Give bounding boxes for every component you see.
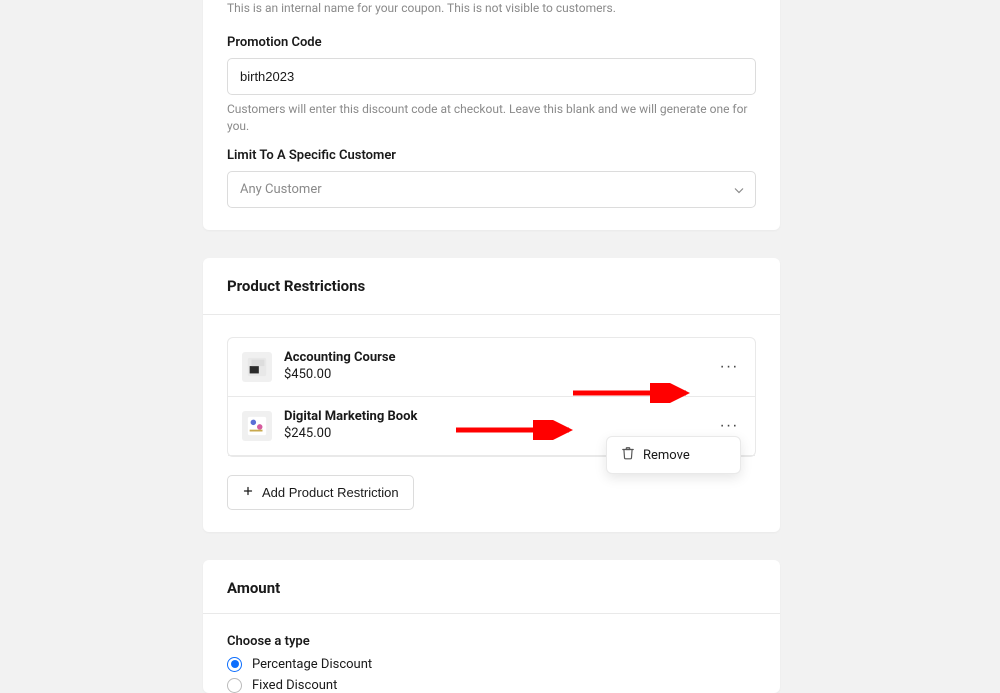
add-product-restriction-button[interactable]: Add Product Restriction (227, 475, 414, 510)
product-name: Accounting Course (284, 350, 717, 367)
radio-icon (227, 657, 242, 672)
radio-label: Fixed Discount (252, 678, 337, 693)
amount-title: Amount (227, 579, 756, 597)
limit-customer-select[interactable]: Any Customer (227, 171, 756, 208)
radio-icon (227, 678, 242, 693)
radio-fixed-discount[interactable]: Fixed Discount (227, 678, 756, 693)
more-horizontal-icon: ··· (720, 358, 739, 376)
product-menu-button[interactable]: ··· (717, 414, 741, 438)
product-row: Accounting Course $450.00 ··· (228, 338, 755, 397)
product-name: Digital Marketing Book (284, 409, 717, 426)
remove-label: Remove (643, 448, 690, 463)
promo-code-input[interactable] (227, 58, 756, 95)
plus-icon (242, 485, 254, 500)
remove-menu-item[interactable]: Remove (607, 437, 740, 473)
product-thumb (242, 352, 272, 382)
radio-percentage-discount[interactable]: Percentage Discount (227, 657, 756, 672)
choose-type-label: Choose a type (227, 634, 756, 649)
limit-customer-label: Limit To A Specific Customer (227, 148, 756, 163)
radio-label: Percentage Discount (252, 657, 372, 672)
product-restrictions-title: Product Restrictions (227, 277, 756, 295)
promo-code-helper: Customers will enter this discount code … (227, 101, 756, 135)
product-menu-dropdown: Remove (606, 436, 741, 474)
internal-name-helper: This is an internal name for your coupon… (227, 0, 756, 17)
promo-code-label: Promotion Code (227, 35, 756, 50)
product-price: $450.00 (284, 367, 717, 384)
more-horizontal-icon: ··· (720, 417, 739, 435)
product-thumb (242, 411, 272, 441)
trash-icon (621, 446, 635, 464)
add-restriction-label: Add Product Restriction (262, 485, 399, 500)
product-menu-button[interactable]: ··· (717, 355, 741, 379)
